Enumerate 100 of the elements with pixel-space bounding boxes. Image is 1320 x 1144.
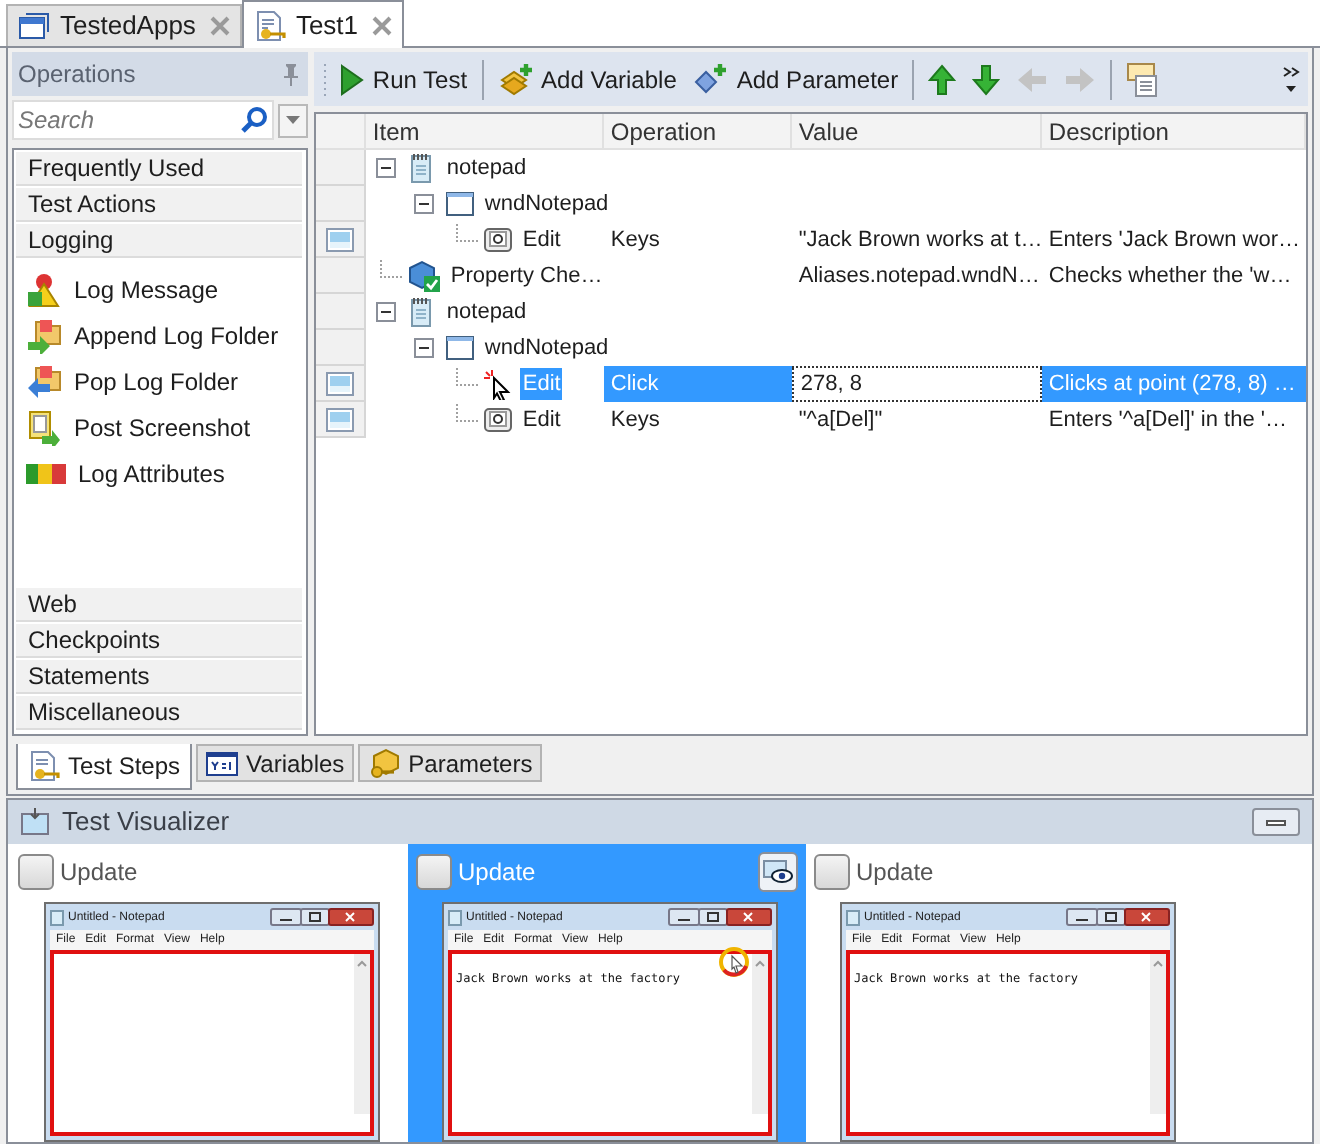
window-controls-icon (668, 908, 772, 926)
toolbar-button[interactable]: Add Variable (493, 57, 681, 101)
table-cell-text: Aliases.notepad.wndN… (796, 261, 1042, 292)
panel-title: Operations (18, 58, 136, 92)
add-icon (497, 61, 534, 97)
comment-icon (1126, 61, 1159, 97)
comment-button[interactable] (1122, 57, 1163, 101)
tab-label: Variables (246, 747, 345, 781)
expand-icon[interactable] (376, 301, 399, 323)
column-header[interactable]: Description (1042, 114, 1306, 148)
window-icon (444, 188, 477, 220)
arrow-left-icon (1016, 65, 1049, 93)
bottom-tab[interactable]: Test Steps (16, 744, 193, 790)
table-cell: Clicks at point (278, 8) … (1042, 366, 1306, 402)
operation-item[interactable]: Pop Log Folder (74, 363, 239, 399)
window-controls-icon (1066, 908, 1170, 926)
column-header[interactable]: Operation (604, 114, 793, 148)
arrow-up-icon (928, 63, 957, 95)
operation-item[interactable]: Post Screenshot (74, 409, 251, 445)
tree-item-label[interactable]: wndNotepad (482, 187, 611, 221)
tab-label: Parameters (408, 747, 533, 781)
operation-item[interactable]: Log Message (74, 271, 219, 307)
expand-icon[interactable] (414, 193, 437, 215)
checkbox[interactable] (416, 854, 452, 890)
table-cell-text: Keys (608, 405, 662, 436)
minimize-button[interactable] (1252, 808, 1300, 836)
editor-tab[interactable]: TestedApps (6, 4, 242, 46)
add-icon (692, 61, 729, 97)
arrow-down-icon (972, 63, 1001, 95)
screenshot-icon (326, 227, 355, 251)
checkbox-label[interactable]: Update (60, 854, 138, 890)
bottom-tab[interactable]: Parameters (358, 744, 543, 782)
table-cell-text: Checks whether the 'w… (1046, 261, 1294, 292)
search-icon[interactable] (240, 106, 269, 134)
checkbox[interactable] (814, 854, 850, 890)
eye-icon (762, 860, 794, 884)
expand-icon[interactable] (414, 337, 437, 359)
row-header[interactable] (316, 366, 367, 402)
category-header[interactable]: Logging (16, 224, 303, 258)
row-header[interactable] (316, 402, 367, 438)
row-header[interactable] (316, 222, 367, 258)
category-header[interactable]: Frequently Used (16, 152, 303, 186)
box-key-icon (368, 747, 401, 779)
toolbar-button[interactable]: Run Test (336, 57, 472, 101)
variable-icon (206, 749, 239, 777)
category-header[interactable]: Checkpoints (16, 624, 303, 658)
operation-item[interactable]: Append Log Folder (74, 317, 279, 353)
editor-tab[interactable]: Test1 (241, 0, 405, 48)
tree-item-label[interactable]: Edit (520, 403, 563, 437)
overflow-icon (1282, 63, 1300, 95)
table-cell-text: Keys (608, 225, 662, 256)
keyboard-key-icon (482, 224, 515, 256)
checkbox[interactable] (18, 854, 54, 890)
search-field[interactable]: Search (12, 100, 275, 140)
column-header[interactable]: Item (366, 114, 605, 148)
close-icon (372, 15, 393, 35)
tree-line (380, 259, 405, 277)
category-header[interactable]: Web (16, 588, 303, 622)
tree-item-label[interactable]: Property Che… (448, 259, 605, 293)
text-style-icon (26, 459, 66, 487)
view-button[interactable] (758, 852, 798, 892)
folder-arrow-icon (26, 317, 62, 353)
tree-line (456, 367, 481, 385)
screenshot-icon (326, 371, 355, 395)
tree-line (456, 223, 481, 241)
operation-item[interactable]: Log Attributes (78, 455, 225, 491)
cursor-icon (482, 368, 515, 400)
panel-title: Test Visualizer (62, 804, 232, 841)
dropdown-button[interactable] (278, 103, 309, 137)
play-icon (340, 63, 365, 95)
column-header[interactable]: Value (792, 114, 1043, 148)
category-header[interactable]: Test Actions (16, 188, 303, 222)
category-header[interactable]: Statements (16, 660, 303, 694)
text-area[interactable] (50, 950, 374, 1136)
caret-icon (286, 116, 301, 124)
pin-icon[interactable] (280, 62, 303, 86)
screenshot-icon (326, 407, 355, 431)
warning-icon (26, 271, 62, 307)
window-icon (444, 332, 477, 364)
tree-item-label[interactable]: wndNotepad (482, 331, 611, 365)
toolbar-button[interactable]: Add Parameter (688, 57, 903, 101)
table-cell-text: Enters '^a[Del]' in the '… (1046, 405, 1289, 436)
tree-item-label[interactable]: notepad (444, 295, 529, 329)
checkbox-label[interactable]: Update (856, 854, 934, 890)
grip-icon (322, 59, 329, 99)
tab-label: Test Steps (68, 750, 181, 784)
table-cell-text: "^a[Del]" (796, 405, 885, 436)
window-icon (18, 12, 50, 40)
tree-item-label[interactable]: Edit (520, 223, 563, 257)
table-cell: Click (604, 366, 793, 402)
category-header[interactable]: Miscellaneous (16, 696, 303, 730)
expand-icon[interactable] (376, 157, 399, 179)
bottom-tab[interactable]: Variables (196, 744, 355, 782)
notepad-icon (846, 909, 860, 925)
checkpoint-icon (406, 260, 443, 292)
tree-item-label[interactable]: notepad (444, 151, 529, 185)
screenshot-icon (26, 409, 62, 445)
table-cell-text: Enters 'Jack Brown wor… (1046, 225, 1302, 256)
document-key-icon (28, 750, 60, 782)
tab-label: TestedApps (60, 8, 198, 45)
